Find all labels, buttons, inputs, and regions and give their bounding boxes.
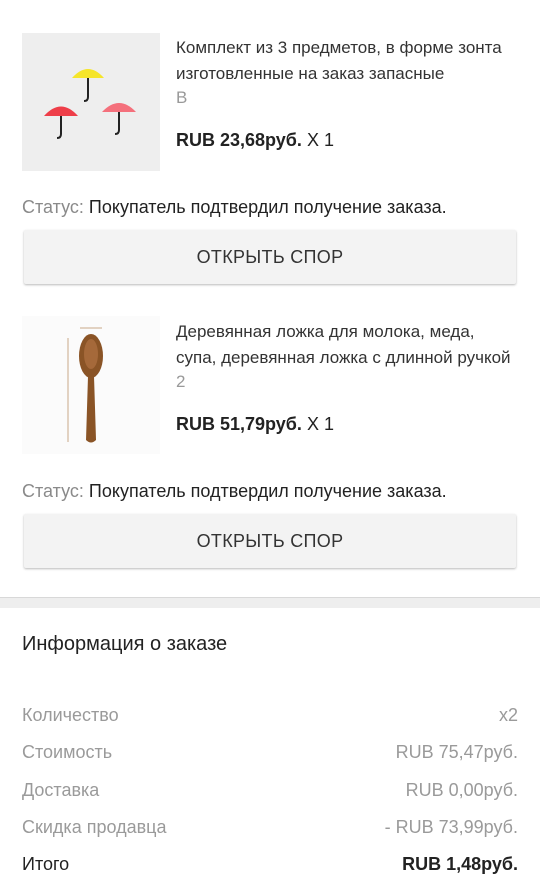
product-price-line: RUB 23,68руб. X 1: [176, 130, 334, 151]
order-status: Статус: Покупатель подтвердил получение …: [22, 197, 447, 218]
status-value: Покупатель подтвердил получение заказа.: [88, 481, 447, 501]
summary-value: RUB 75,47руб.: [395, 742, 518, 762]
summary-label: Итого: [22, 854, 70, 874]
summary-value: x2: [498, 705, 518, 725]
summary-label: Стоимость: [22, 742, 113, 762]
status-value: Покупатель подтвердил получение заказа.: [88, 197, 447, 217]
product-title[interactable]: Деревянная ложка для молока, меда, супа,…: [176, 319, 516, 371]
summary-label: Доставка: [22, 780, 100, 800]
order-info-title: Информация о заказе: [22, 633, 228, 655]
product-price: RUB 51,79руб.: [176, 414, 302, 434]
product-image-umbrella-hooks[interactable]: [22, 33, 160, 171]
open-dispute-button[interactable]: ОТКРЫТЬ СПОР: [24, 514, 516, 568]
product-price-line: RUB 51,79руб. X 1: [176, 414, 334, 435]
product-title[interactable]: Комплект из 3 предметов, в форме зонта и…: [176, 35, 516, 87]
summary-label: Скидка продавца: [22, 817, 167, 837]
product-variant: B: [176, 88, 188, 107]
product-quantity: X 1: [306, 130, 334, 150]
order-status: Статус: Покупатель подтвердил получение …: [22, 481, 447, 502]
summary-value: RUB 0,00руб.: [405, 780, 518, 800]
summary-value: RUB 1,48руб.: [402, 854, 518, 874]
product-quantity: X 1: [306, 414, 334, 434]
product-image-wooden-spoon[interactable]: [22, 316, 160, 454]
status-label: Статус:: [22, 197, 84, 217]
summary-label: Количество: [22, 705, 119, 725]
product-variant: 2: [176, 372, 186, 391]
wooden-spoon-illustration: [22, 316, 160, 454]
status-label: Статус:: [22, 481, 84, 501]
product-price: RUB 23,68руб.: [176, 130, 302, 150]
umbrella-hooks-illustration: [22, 33, 160, 171]
open-dispute-button[interactable]: ОТКРЫТЬ СПОР: [24, 230, 516, 284]
section-divider: [0, 597, 540, 608]
summary-value: - RUB 73,99руб.: [384, 817, 518, 837]
